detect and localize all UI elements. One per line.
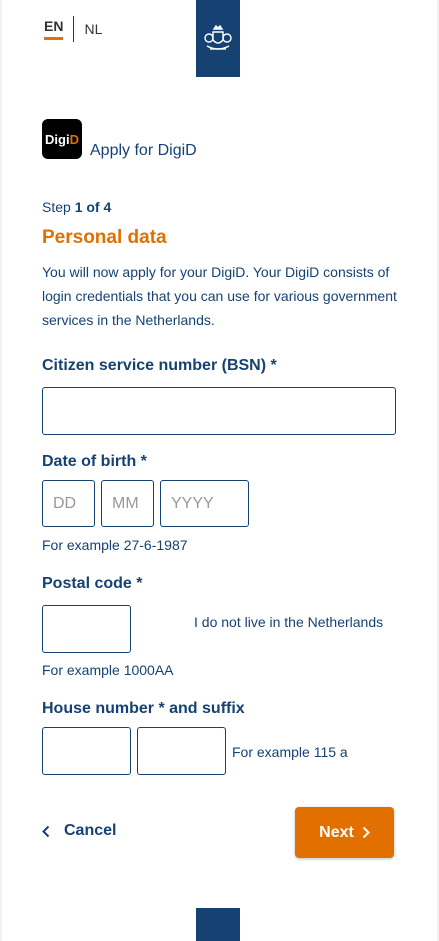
chevron-right-icon	[362, 826, 370, 839]
page: EN NL Digi D Apply for DigiD Step 1 of 4 …	[2, 0, 437, 941]
step-indicator: Step 1 of 4	[42, 199, 111, 215]
app-header: Digi D Apply for DigiD	[42, 119, 197, 159]
step-count: 1 of 4	[74, 199, 112, 215]
next-label: Next	[319, 823, 354, 841]
dob-day-input[interactable]: DD	[42, 480, 95, 527]
dob-label: Date of birth *	[42, 453, 147, 470]
house-number-hint: For example 115 a	[232, 744, 348, 760]
intro-text: You will now apply for your DigiD. Your …	[42, 264, 397, 328]
dob-hint: For example 27-6-1987	[42, 537, 188, 553]
house-number-label: House number * and suffix	[42, 700, 245, 717]
language-en[interactable]: EN	[44, 18, 64, 40]
language-nl[interactable]: NL	[84, 21, 102, 37]
digid-logo: Digi D	[42, 119, 82, 159]
footer-ribbon	[196, 908, 240, 941]
cancel-label: Cancel	[64, 822, 117, 839]
next-button[interactable]: Next	[295, 807, 394, 858]
postal-code-input[interactable]	[42, 605, 131, 653]
step-prefix: Step	[42, 199, 71, 215]
bsn-input[interactable]	[42, 387, 396, 435]
cancel-button[interactable]: Cancel	[42, 822, 116, 840]
app-title: Apply for DigiD	[90, 142, 197, 159]
not-living-in-nl-link[interactable]: I do not live in the Netherlands	[194, 614, 383, 630]
bsn-label: Citizen service number (BSN) *	[42, 357, 277, 374]
section-title: Personal data	[42, 227, 167, 248]
dob-year-input[interactable]: YYYY	[160, 480, 249, 527]
postal-code-hint: For example 1000AA	[42, 662, 174, 678]
postal-code-label: Postal code *	[42, 575, 143, 592]
language-switcher: EN NL	[44, 16, 102, 42]
chevron-left-icon	[42, 825, 50, 837]
house-suffix-input[interactable]	[137, 727, 226, 775]
government-crest-logo	[196, 0, 240, 77]
dob-month-input[interactable]: MM	[101, 480, 154, 527]
language-separator	[73, 16, 75, 42]
house-number-input[interactable]	[42, 727, 131, 775]
crest-icon	[204, 24, 232, 50]
